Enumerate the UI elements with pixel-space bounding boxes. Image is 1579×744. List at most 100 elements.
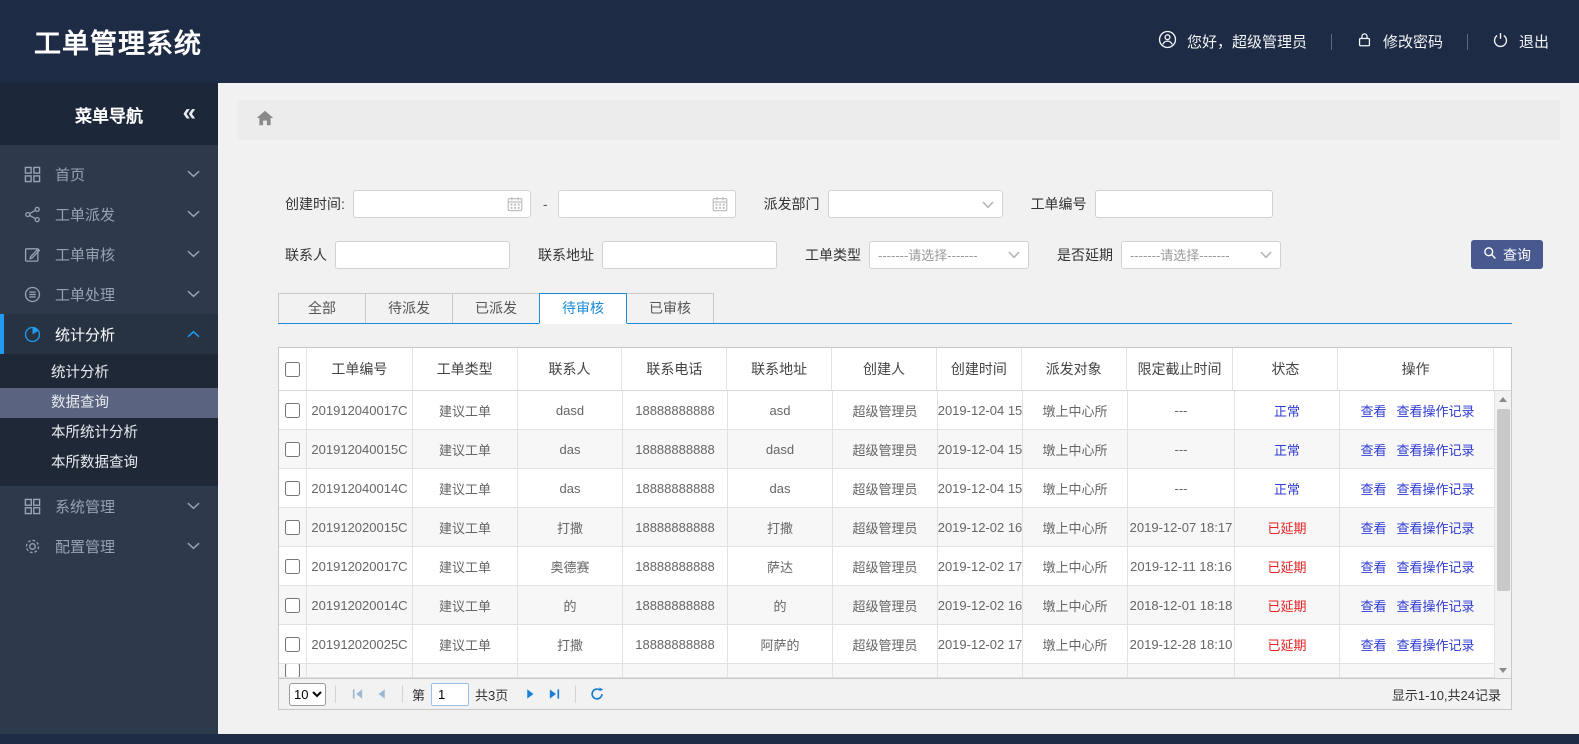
view-log-link[interactable]: 查看操作记录 — [1397, 401, 1475, 420]
view-log-link[interactable]: 查看操作记录 — [1397, 479, 1475, 498]
first-page-button[interactable] — [345, 683, 369, 705]
change-password-button[interactable]: 修改密码 — [1356, 31, 1443, 52]
cell-create-time: 2019-12-04 15 — [938, 430, 1023, 468]
scrollbar-thumb[interactable] — [1497, 409, 1510, 591]
table-row-partial — [279, 664, 1496, 678]
cell-target: 墩上中心所 — [1023, 625, 1128, 663]
breadcrumb — [237, 100, 1560, 140]
cell-address: 阿萨的 — [728, 625, 833, 663]
create-time-start-input[interactable] — [352, 190, 531, 218]
pagination-bar: 10 第 共3页 — [278, 679, 1512, 710]
chevron-down-icon — [187, 210, 200, 218]
order-no-input[interactable] — [1094, 190, 1273, 218]
refresh-icon[interactable] — [585, 683, 609, 705]
submenu-item-local-data-query[interactable]: 本所数据查询 — [0, 448, 218, 478]
view-link[interactable]: 查看 — [1360, 596, 1386, 615]
address-input[interactable] — [602, 240, 777, 269]
sidebar-item-dispatch[interactable]: 工单派发 — [0, 194, 218, 234]
home-icon[interactable] — [255, 108, 275, 133]
next-page-button[interactable] — [518, 683, 542, 705]
calendar-icon[interactable] — [506, 195, 524, 216]
submenu-item-local-statistics[interactable]: 本所统计分析 — [0, 418, 218, 448]
search-button[interactable]: 查询 — [1471, 240, 1543, 269]
delay-select[interactable]: -------请选择------- — [1121, 240, 1281, 269]
power-icon — [1492, 31, 1509, 52]
view-log-link[interactable]: 查看操作记录 — [1397, 635, 1475, 654]
page-size-select[interactable]: 10 — [289, 682, 326, 706]
sidebar-item-process[interactable]: 工单处理 — [0, 274, 218, 314]
dispatch-dept-select[interactable] — [827, 190, 1003, 218]
view-log-link[interactable]: 查看操作记录 — [1397, 596, 1475, 615]
status-badge: 已延期 — [1235, 625, 1340, 663]
tab-dispatched[interactable]: 已派发 — [452, 293, 540, 323]
cell-phone: 18888888888 — [623, 391, 728, 429]
scroll-down-button[interactable] — [1495, 662, 1511, 678]
header-spacer — [1494, 348, 1511, 390]
view-link[interactable]: 查看 — [1360, 557, 1386, 576]
sidebar-item-system[interactable]: 系统管理 — [0, 486, 218, 526]
view-log-link[interactable]: 查看操作记录 — [1397, 440, 1475, 459]
row-checkbox[interactable] — [285, 441, 300, 457]
row-checkbox[interactable] — [285, 402, 300, 418]
cell-address: das — [728, 469, 833, 507]
contact-input[interactable] — [335, 240, 510, 269]
select-all-checkbox[interactable] — [284, 361, 300, 377]
sidebar-item-statistics[interactable]: 统计分析 — [0, 314, 218, 354]
main-content: 创建时间: - 派发部门 工单编号 联系人 联系地址 工单类型 -------请… — [218, 83, 1579, 734]
view-link[interactable]: 查看 — [1360, 479, 1386, 498]
tab-pending-dispatch[interactable]: 待派发 — [365, 293, 453, 323]
cell-target: 墩上中心所 — [1023, 547, 1128, 585]
view-link[interactable]: 查看 — [1360, 518, 1386, 537]
scroll-up-button[interactable] — [1495, 391, 1511, 407]
calendar-icon[interactable] — [711, 195, 729, 216]
sidebar: 菜单导航 « 首页 工单派发 工单审核 工单处理 统计分析 统计分析 数据查询 … — [0, 83, 218, 734]
create-time-end-input[interactable] — [557, 190, 736, 218]
row-checkbox[interactable] — [285, 597, 300, 613]
submenu-item-statistics[interactable]: 统计分析 — [0, 358, 218, 388]
submenu-item-data-query[interactable]: 数据查询 — [0, 388, 218, 418]
row-checkbox[interactable] — [285, 636, 300, 652]
address-label: 联系地址 — [538, 246, 594, 263]
divider — [575, 685, 577, 703]
cell-creator: 超级管理员 — [833, 508, 938, 546]
pie-chart-icon — [24, 325, 42, 343]
sidebar-item-home[interactable]: 首页 — [0, 154, 218, 194]
collapse-sidebar-icon[interactable]: « — [183, 101, 196, 125]
sidebar-item-review[interactable]: 工单审核 — [0, 234, 218, 274]
delay-value: -------请选择------- — [1130, 248, 1230, 263]
view-log-link[interactable]: 查看操作记录 — [1397, 557, 1475, 576]
user-greeting[interactable]: 您好，超级管理员 — [1158, 30, 1307, 53]
row-checkbox[interactable] — [285, 558, 300, 574]
tab-reviewed[interactable]: 已审核 — [626, 293, 714, 323]
chevron-down-icon — [981, 197, 994, 212]
view-log-link[interactable]: 查看操作记录 — [1397, 518, 1475, 537]
cell-phone: 18888888888 — [623, 469, 728, 507]
table-scrollbar[interactable] — [1494, 391, 1511, 678]
row-checkbox[interactable] — [285, 664, 300, 677]
view-link[interactable]: 查看 — [1360, 401, 1386, 420]
cell-order-no: 201912020015C — [307, 508, 413, 546]
table-row: 201912020014C 建议工单 的 18888888888 的 超级管理员… — [279, 586, 1496, 625]
view-link[interactable]: 查看 — [1360, 635, 1386, 654]
col-contact: 联系人 — [518, 348, 623, 390]
col-phone: 联系电话 — [622, 348, 728, 390]
cell-order-no: 201912020017C — [307, 547, 413, 585]
dispatch-dept-label: 派发部门 — [763, 196, 820, 212]
page-number-input[interactable] — [431, 682, 470, 706]
prev-page-button[interactable] — [369, 683, 393, 705]
sidebar-item-label: 工单审核 — [55, 246, 116, 264]
row-checkbox[interactable] — [285, 519, 300, 535]
tab-all[interactable]: 全部 — [278, 293, 366, 323]
tab-pending-review[interactable]: 待审核 — [539, 293, 627, 324]
filter-row-2: 联系人 联系地址 工单类型 -------请选择------- 是否延期 ---… — [278, 240, 1560, 269]
sidebar-item-config[interactable]: 配置管理 — [0, 526, 218, 566]
cell-order-type: 建议工单 — [413, 430, 518, 468]
last-page-button[interactable] — [542, 683, 566, 705]
row-checkbox[interactable] — [285, 480, 300, 496]
view-link[interactable]: 查看 — [1360, 440, 1386, 459]
order-type-select[interactable]: -------请选择------- — [869, 240, 1029, 269]
table-row: 201912040014C 建议工单 das 18888888888 das 超… — [279, 469, 1496, 508]
col-order-no: 工单编号 — [307, 348, 413, 390]
logout-button[interactable]: 退出 — [1492, 31, 1549, 52]
col-order-type: 工单类型 — [413, 348, 518, 390]
